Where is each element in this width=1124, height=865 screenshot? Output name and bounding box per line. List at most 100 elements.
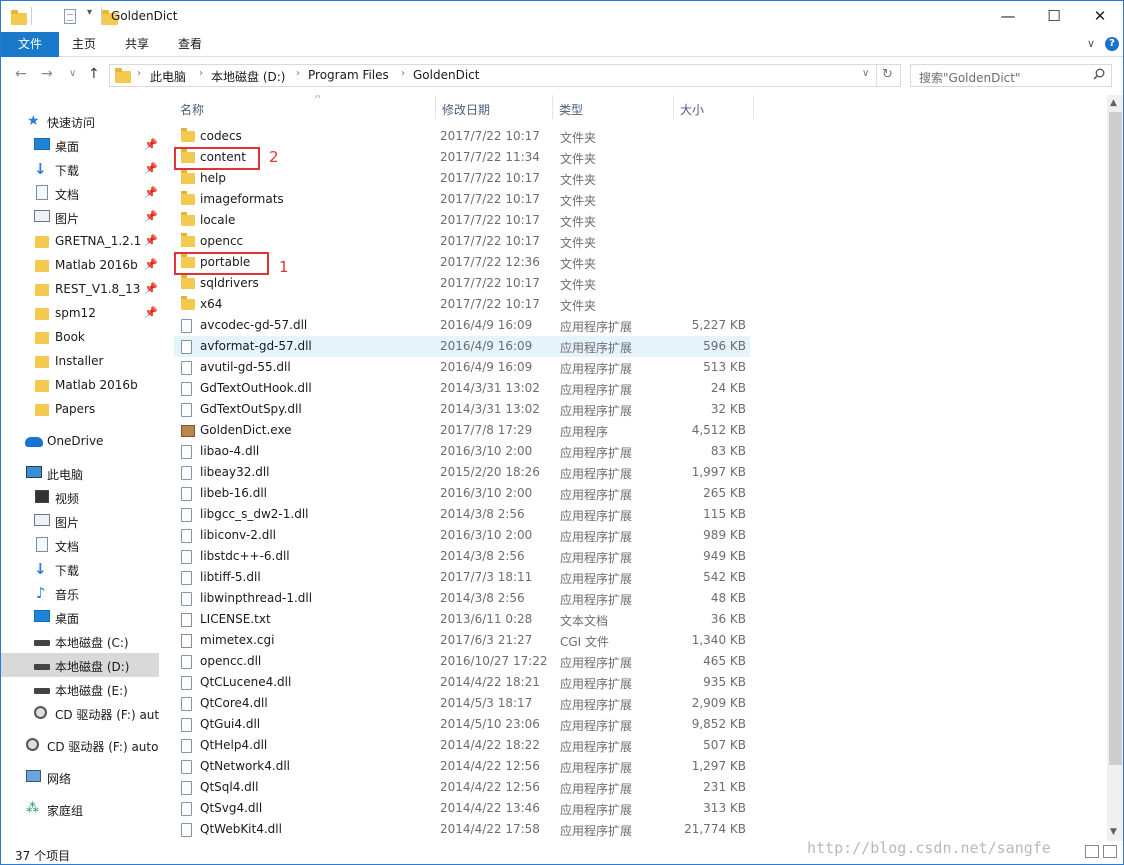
file-row-qtwebkit4-dll[interactable]: QtWebKit4.dll 2014/4/22 17:58 应用程序扩展 21,774… [174,819,750,840]
breadcrumb-drive-d[interactable]: 本地磁盘 (D:) [211,68,285,85]
close-button[interactable]: ✕ [1077,1,1123,32]
nav-spm12[interactable]: spm12 📌 [1,301,159,325]
file-row-gdtextouthook-dll[interactable]: GdTextOutHook.dll 2014/3/31 13:02 应用程序扩展 24… [174,378,750,399]
nav-videos[interactable]: 视频 [1,485,159,509]
file-row-avcodec-gd-57-dll[interactable]: avcodec-gd-57.dll 2016/4/9 16:09 应用程序扩展 5,2… [174,315,750,336]
nav-music[interactable]: ♪ 音乐 [1,581,159,605]
pin-icon[interactable]: 📌 [144,162,158,175]
file-row-qtsql4-dll[interactable]: QtSql4.dll 2014/4/22 12:56 应用程序扩展 231 KB [174,777,750,798]
up-icon[interactable]: ↑ [88,66,100,82]
customize-quick-access-icon[interactable]: ▾ [87,7,92,25]
file-row-libstdc-6-dll[interactable]: libstdc++-6.dll 2014/3/8 2:56 应用程序扩展 949 KB [174,546,750,567]
file-row-qtgui4-dll[interactable]: QtGui4.dll 2014/5/10 23:06 应用程序扩展 9,852 KB [174,714,750,735]
large-icons-view-icon[interactable] [1103,845,1117,858]
pin-icon[interactable]: 📌 [144,306,158,319]
refresh-icon[interactable]: ↻ [882,67,893,82]
chevron-right-icon[interactable]: › [199,68,203,79]
pin-icon[interactable]: 📌 [144,138,158,151]
scroll-down-icon[interactable]: ▼ [1110,827,1117,837]
breadcrumb-this-pc[interactable]: 此电脑 [150,68,186,85]
file-row-libtiff-5-dll[interactable]: libtiff-5.dll 2017/7/3 18:11 应用程序扩展 542 KB [174,567,750,588]
nav-book[interactable]: Book [1,325,159,349]
column-header-name[interactable]: 名称 ∧ [174,95,436,119]
address-bar[interactable]: › 此电脑 › 本地磁盘 (D:) › Program Files › Gold… [109,64,901,87]
file-row-libeb-16-dll[interactable]: libeb-16.dll 2016/3/10 2:00 应用程序扩展 265 KB [174,483,750,504]
properties-icon[interactable] [63,9,76,24]
file-row-sqldrivers[interactable]: sqldrivers 2017/7/22 10:17 文件夹 [174,273,750,294]
pin-icon[interactable]: 📌 [144,282,158,295]
nav-drive-c[interactable]: 本地磁盘 (C:) [1,629,159,653]
nav-pc-documents[interactable]: 文档 [1,533,159,557]
tab-home[interactable]: 主页 [72,32,96,57]
nav-documents[interactable]: 文档 📌 [1,181,159,205]
tab-share[interactable]: 共享 [125,32,149,57]
chevron-right-icon[interactable]: › [296,68,300,79]
pin-icon[interactable]: 📌 [144,210,158,223]
nav-drive-d[interactable]: 本地磁盘 (D:) [1,653,159,677]
column-header-size[interactable]: 大小 [674,95,754,119]
file-row-gdtextoutspy-dll[interactable]: GdTextOutSpy.dll 2014/3/31 13:02 应用程序扩展 32 … [174,399,750,420]
search-icon[interactable] [1093,68,1105,80]
nav-pc-pictures[interactable]: 图片 [1,509,159,533]
file-row-opencc[interactable]: opencc 2017/7/22 10:17 文件夹 [174,231,750,252]
pin-icon[interactable]: 📌 [144,186,158,199]
search-box[interactable]: 搜索"GoldenDict" [910,64,1112,87]
nav-downloads[interactable]: ↓ 下载 📌 [1,157,159,181]
expand-ribbon-icon[interactable]: ∨ [1087,37,1095,50]
back-icon[interactable]: ← [15,66,27,82]
nav-papers[interactable]: Papers [1,397,159,421]
maximize-button[interactable]: ☐ [1031,1,1077,32]
nav-drive-e[interactable]: 本地磁盘 (E:) [1,677,159,701]
file-row-license-txt[interactable]: LICENSE.txt 2013/6/11 0:28 文本文档 36 KB [174,609,750,630]
breadcrumb-program-files[interactable]: Program Files [308,68,389,82]
chevron-down-icon[interactable]: ∨ [862,68,869,79]
nav-gretna[interactable]: GRETNA_1.2.1_ 📌 [1,229,159,253]
breadcrumb-goldendict[interactable]: GoldenDict [413,68,479,82]
file-row-qtsvg4-dll[interactable]: QtSvg4.dll 2014/4/22 13:46 应用程序扩展 313 KB [174,798,750,819]
forward-icon[interactable]: → [41,66,53,82]
nav-this-pc[interactable]: 此电脑 [1,461,159,485]
nav-pictures[interactable]: 图片 📌 [1,205,159,229]
details-view-icon[interactable] [1085,845,1099,858]
nav-network[interactable]: 网络 [1,765,159,789]
nav-installer[interactable]: Installer [1,349,159,373]
file-row-libwinpthread-1-dll[interactable]: libwinpthread-1.dll 2014/3/8 2:56 应用程序扩展 48… [174,588,750,609]
column-header-date[interactable]: 修改日期 [436,95,553,119]
help-icon[interactable]: ? [1105,37,1119,51]
file-row-locale[interactable]: locale 2017/7/22 10:17 文件夹 [174,210,750,231]
nav-matlab-pinned[interactable]: Matlab 2016b 📌 [1,253,159,277]
file-row-libgcc-s-dw2-1-dll[interactable]: libgcc_s_dw2-1.dll 2014/3/8 2:56 应用程序扩展 115… [174,504,750,525]
nav-matlab[interactable]: Matlab 2016b [1,373,159,397]
pin-icon[interactable]: 📌 [144,258,158,271]
file-row-codecs[interactable]: codecs 2017/7/22 10:17 文件夹 [174,126,750,147]
file-row-goldendict-exe[interactable]: GoldenDict.exe 2017/7/8 17:29 应用程序 4,512 KB [174,420,750,441]
nav-cd-drive[interactable]: CD 驱动器 (F:) autor [1,733,159,757]
minimize-button[interactable]: — [985,1,1031,32]
column-header-type[interactable]: 类型 [553,95,674,119]
recent-locations-icon[interactable]: ∨ [69,68,76,79]
file-row-libao-4-dll[interactable]: libao-4.dll 2016/3/10 2:00 应用程序扩展 83 KB [174,441,750,462]
file-row-imageformats[interactable]: imageformats 2017/7/22 10:17 文件夹 [174,189,750,210]
vertical-scrollbar[interactable]: ▲ ▼ [1107,95,1123,841]
file-row-content[interactable]: content 2017/7/22 11:34 文件夹 [174,147,750,168]
file-row-mimetex-cgi[interactable]: mimetex.cgi 2017/6/3 21:27 CGI 文件 1,340 KB [174,630,750,651]
file-row-x64[interactable]: x64 2017/7/22 10:17 文件夹 [174,294,750,315]
search-input[interactable]: 搜索"GoldenDict" [919,69,1021,86]
chevron-right-icon[interactable]: › [401,68,405,79]
file-row-opencc-dll[interactable]: opencc.dll 2016/10/27 17:22 应用程序扩展 465 KB [174,651,750,672]
file-row-avutil-gd-55-dll[interactable]: avutil-gd-55.dll 2016/4/9 16:09 应用程序扩展 513 … [174,357,750,378]
nav-quick-access[interactable]: ★ 快速访问 [1,109,159,133]
file-row-qthelp4-dll[interactable]: QtHelp4.dll 2014/4/22 18:22 应用程序扩展 507 KB [174,735,750,756]
chevron-right-icon[interactable]: › [137,68,141,79]
nav-homegroup[interactable]: ⁂ 家庭组 [1,797,159,821]
file-row-qtnetwork4-dll[interactable]: QtNetwork4.dll 2014/4/22 12:56 应用程序扩展 1,297… [174,756,750,777]
nav-rest[interactable]: REST_V1.8_130 📌 [1,277,159,301]
file-row-avformat-gd-57-dll[interactable]: avformat-gd-57.dll 2016/4/9 16:09 应用程序扩展 59… [174,336,750,357]
pin-icon[interactable]: 📌 [144,234,158,247]
tab-view[interactable]: 查看 [178,32,202,57]
scroll-thumb[interactable] [1109,112,1122,765]
nav-cd-drive-pc[interactable]: CD 驱动器 (F:) auto [1,701,159,725]
tab-file[interactable]: 文件 [1,32,59,57]
file-row-help[interactable]: help 2017/7/22 10:17 文件夹 [174,168,750,189]
file-row-libiconv-2-dll[interactable]: libiconv-2.dll 2016/3/10 2:00 应用程序扩展 989 KB [174,525,750,546]
